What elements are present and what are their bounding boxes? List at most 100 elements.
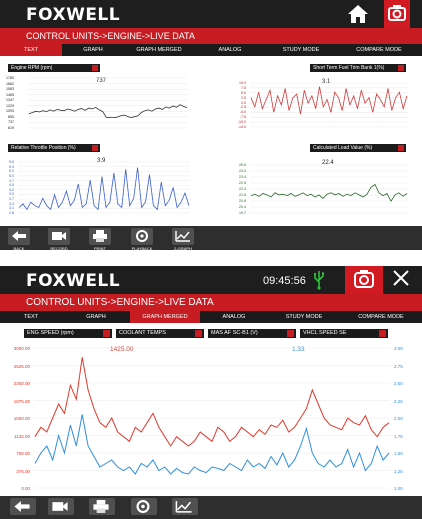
two-graph-button[interactable] <box>172 228 194 245</box>
screenshot-button[interactable] <box>384 0 410 28</box>
video-camera-icon <box>52 232 66 240</box>
y-tick-label-left: 3000.00 <box>13 346 30 351</box>
y-tick-label: 3.1 <box>9 206 14 211</box>
record-button[interactable] <box>48 228 70 245</box>
tab-graph[interactable]: GRAPH <box>62 44 124 56</box>
y-tick-label-left: 1875.00 <box>13 398 30 404</box>
y-tick-label: 4.2 <box>9 187 14 192</box>
pid-select-label: ENG SPEED (rpm) <box>27 330 74 336</box>
y-tick-label: 0.0 <box>241 100 246 105</box>
back-button[interactable] <box>10 498 36 515</box>
playback-gear-icon <box>136 230 148 242</box>
pid-select-load[interactable]: Calculated Load Value (%) <box>310 144 406 152</box>
chevron-down-icon <box>398 65 404 71</box>
playback-button[interactable] <box>131 228 153 245</box>
playback-button[interactable] <box>131 498 157 515</box>
back-button[interactable] <box>8 228 30 245</box>
pid-select-fuel-trim[interactable]: Short Term Fuel Trim Bank 1(%) <box>310 64 406 72</box>
y-tick-label: 737 <box>8 120 14 125</box>
y-tick-label: 5.2 <box>9 169 14 174</box>
pid-select-throttle[interactable]: Relative Throttle Position (%) <box>8 144 100 152</box>
chevron-down-icon <box>103 330 110 337</box>
tab-analog[interactable]: ANALOG <box>194 44 266 56</box>
y-tick-label: 7.5 <box>241 85 246 90</box>
close-button[interactable] <box>392 269 410 291</box>
back-arrow-icon <box>12 231 26 241</box>
usb-icon <box>314 271 325 290</box>
graph-load <box>250 164 408 214</box>
tab-study-mode[interactable]: STUDY MODE <box>268 311 340 323</box>
print-label: PRINT <box>94 246 106 251</box>
pid-select-maf-voltage[interactable]: MAS AF SC-B1 (V) <box>208 329 296 338</box>
y-tick-label-right: 2.00 <box>394 416 403 421</box>
usb-status <box>313 270 325 295</box>
y-tick-label: 5.0 <box>241 90 246 95</box>
pid-select-eng-speed[interactable]: ENG SPEED (rpm) <box>24 329 112 338</box>
chevron-down-icon <box>379 330 386 337</box>
series-line-maf <box>34 414 390 475</box>
pid-select-label: Calculated Load Value (%) <box>313 145 373 151</box>
y-tick-label: 1662 <box>6 81 14 86</box>
pid-select-label: Short Term Fuel Trim Bank 1(%) <box>313 65 385 71</box>
y-tick-label-right: 1.00 <box>394 486 403 491</box>
pid-select-engine-rpm[interactable]: Engine RPM (rpm) <box>8 64 100 72</box>
y-tick-label: 855 <box>8 114 14 119</box>
y-tick-label: -5.0 <box>239 110 246 115</box>
top-bar: FOXWELL 09:45:56 <box>0 266 422 294</box>
playback-gear-icon <box>136 500 150 513</box>
y-tick-label: 1780 <box>6 76 14 80</box>
chevron-down-icon <box>92 65 98 71</box>
tablet-screen-top: FOXWELL CONTROL UNITS->ENGINE->LIVE DATA… <box>0 0 422 252</box>
y-tick-label-right: 2.50 <box>394 381 403 386</box>
y-tick-label: 23.4 <box>239 175 246 179</box>
y-tick-label: 2.5 <box>241 95 246 100</box>
chevron-down-icon <box>92 145 98 151</box>
pid-select-label: MAS AF SC-B1 (V) <box>211 330 258 336</box>
y-tick-label-left: 375.00 <box>16 468 30 474</box>
y-tick-label: 5.0 <box>9 173 14 178</box>
screenshot-button[interactable] <box>345 266 383 294</box>
tab-analog[interactable]: ANALOG <box>200 311 268 323</box>
print-button[interactable] <box>89 498 115 515</box>
y-tick-label: 20.8 <box>239 199 246 203</box>
y-tick-label: 5.4 <box>9 164 14 169</box>
y-tick-label: 21.6 <box>239 193 246 197</box>
pid-select-label: VHCL SPEED SE <box>303 330 347 336</box>
y-tick-label: 3.9 <box>9 192 14 197</box>
pid-select-label: Relative Throttle Position (%) <box>11 145 76 151</box>
y-tick-label-left: 2250.00 <box>13 381 30 386</box>
tab-graph[interactable]: GRAPH <box>62 311 130 323</box>
tab-compare-mode[interactable]: COMPARE MODE <box>336 44 422 56</box>
graph-throttle <box>18 161 190 214</box>
y-tick-label: -10.0 <box>237 120 246 125</box>
y-tick-label: 1347 <box>6 98 14 103</box>
tab-compare-mode[interactable]: COMPARE MODE <box>340 311 422 323</box>
tab-text[interactable]: TEXT <box>0 44 62 56</box>
pid-select-vehicle-speed[interactable]: VHCL SPEED SE <box>300 329 388 338</box>
y-tick-label: 1093 <box>6 109 14 114</box>
brand-logo: FOXWELL <box>26 271 121 291</box>
graph-button[interactable] <box>172 498 198 515</box>
clock: 09:45:56 <box>263 275 306 287</box>
y-tick-label-right: 2.75 <box>394 363 403 369</box>
pid-select-coolant-temps[interactable]: COOLANT TEMPS <box>116 329 204 338</box>
back-arrow-icon <box>14 501 30 512</box>
y-tick-label-left: 0.00 <box>21 486 30 491</box>
graph-merged-plot <box>34 347 390 489</box>
tab-study-mode[interactable]: STUDY MODE <box>266 44 336 56</box>
chevron-down-icon <box>287 330 294 337</box>
y-tick-label: 4.7 <box>9 178 14 183</box>
y-tick-label: 22.4 <box>239 187 246 191</box>
printer-icon <box>93 500 109 513</box>
print-button[interactable] <box>89 228 111 245</box>
tab-text[interactable]: TEXT <box>0 311 62 323</box>
camera-icon <box>388 5 406 21</box>
graph-fuel-trim <box>250 82 408 128</box>
y-tick-label-right: 1.25 <box>394 468 403 474</box>
series-line-throttle <box>18 167 190 211</box>
record-button[interactable] <box>48 498 74 515</box>
tab-graph-merged[interactable]: GRAPH MERGED <box>130 311 200 323</box>
tab-graph-merged[interactable]: GRAPH MERGED <box>124 44 194 56</box>
home-button[interactable] <box>346 3 370 25</box>
two-graph-label: 2-GRAPH <box>174 246 192 251</box>
